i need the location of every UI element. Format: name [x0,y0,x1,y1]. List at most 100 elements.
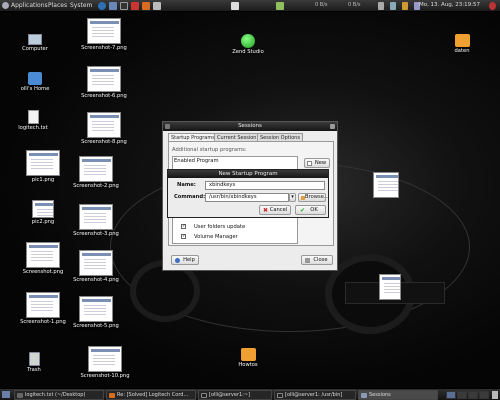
folder-icon [240,348,256,361]
workspace-4[interactable] [479,391,489,399]
desktop-icon-home[interactable]: olli's Home [5,72,65,92]
tab-startup-programs[interactable]: Startup Programs [168,133,218,141]
text-file-icon [27,110,39,124]
new-button[interactable]: New [304,158,330,168]
ok-icon: ✔ [300,207,306,214]
foot-icon[interactable] [2,2,9,9]
text-editor-icon [17,393,23,398]
new-startup-titlebar[interactable]: New Startup Program [168,170,328,178]
image-thumbnail-icon [87,18,121,44]
terminal-icon [277,393,283,398]
task-terminal-usr-bin[interactable]: [olli@server1: /usr/bin] [274,390,356,400]
desktop-icon-screenshot-7[interactable]: Screenshot-7.png [74,18,134,51]
name-field[interactable]: xbindkeys [205,181,325,190]
tab-current-session[interactable]: Current Session [214,133,260,141]
cancel-icon: ✖ [263,207,269,214]
folder-icon [454,34,470,47]
desktop-icon-howtos[interactable]: Howtos [218,348,278,368]
shutdown-icon[interactable] [489,2,496,10]
office-launcher-icon[interactable] [153,2,161,10]
task-logitech-txt[interactable]: logitech.txt (~/Desktop) [14,390,104,400]
menu-system[interactable]: System [70,2,92,9]
image-thumbnail-icon [79,296,113,322]
zend-studio-icon [241,34,255,48]
new-startup-title: New Startup Program [218,171,278,177]
help-button[interactable]: Help [171,255,199,265]
trash-applet-icon[interactable] [492,391,498,399]
workspace-2[interactable] [457,391,467,399]
close-button[interactable]: Close [301,255,333,265]
network-icon[interactable] [390,2,396,10]
firefox-launcher-icon[interactable] [98,2,106,10]
monitor-launcher-icon[interactable] [276,2,284,10]
partial-thumbnail [379,274,401,300]
list-item[interactable]: User folders update [194,224,245,230]
image-thumbnail-icon [87,66,121,92]
workspace-1[interactable] [446,391,456,399]
command-field[interactable]: /usr/bin/xbindkeys [205,193,289,202]
sessions-titlebar[interactable]: Sessions [163,122,337,131]
bottom-panel: logitech.txt (~/Desktop) Re: [Solved] Lo… [0,388,500,400]
volume-icon[interactable] [378,2,384,10]
tab-session-options[interactable]: Session Options [257,133,303,141]
editor-launcher-icon[interactable] [131,2,139,10]
desktop-icon-screenshot-5[interactable]: Screenshot-5.png [66,296,126,329]
image-thumbnail-icon [32,200,54,218]
image-thumbnail-icon [26,242,60,268]
task-browser[interactable]: Re: [Solved] Logitech Cord... [106,390,196,400]
new-startup-program-dialog: New Startup Program Name: xbindkeys Comm… [167,169,329,218]
desktop-icon-screenshot[interactable]: Screenshot.png [13,242,73,275]
cancel-button[interactable]: ✖ Cancel [259,205,291,215]
desktop-icon-screenshot-4[interactable]: Screenshot-4.png [66,250,126,283]
desktop-icon-pic1[interactable]: pic1.png [13,150,73,183]
startup-programs-label: Additional startup programs: [172,147,247,153]
computer-icon [28,34,42,45]
workspace-3[interactable] [468,391,478,399]
checkbox-volume-manager[interactable]: ✓ [181,234,186,239]
desktop-icon-daten[interactable]: daten [432,34,492,54]
task-sessions[interactable]: Sessions [358,390,438,400]
menu-places[interactable]: Places [48,2,67,9]
list-header[interactable]: Enabled Program [174,158,219,164]
command-dropdown[interactable]: ▾ [289,193,296,202]
image-thumbnail-icon [79,250,113,276]
command-label: Command: [174,194,206,200]
media-launcher-icon[interactable] [231,2,239,10]
terminal-launcher-icon[interactable] [120,2,128,10]
image-thumbnail-icon [79,156,113,182]
show-desktop-icon[interactable] [2,391,10,398]
ok-button[interactable]: ✔ OK [295,205,326,215]
folder-icon [301,196,305,200]
desktop-icon-screenshot-6[interactable]: Screenshot-6.png [74,66,134,99]
desktop-icon-screenshot-10[interactable]: Screenshot-10.png [75,346,135,379]
desktop-icon-screenshot-1[interactable]: Screenshot-1.png [13,292,73,325]
menu-applications[interactable]: Applications [11,2,48,9]
list-item[interactable]: Volume Manager [194,234,238,240]
image-thumbnail-icon [87,112,121,138]
desktop-icon-screenshot-3[interactable]: Screenshot-3.png [66,204,126,237]
desktop-icon-screenshot-8[interactable]: Screenshot-8.png [74,112,134,145]
desktop-icon-zend-studio[interactable]: Zend Studio [218,34,278,55]
home-folder-icon [28,72,42,85]
sessions-title: Sessions [238,123,262,129]
desktop-icon-computer[interactable]: Computer [5,34,65,52]
music-launcher-icon[interactable] [142,2,150,10]
checkbox-user-folders-update[interactable]: ✓ [181,224,186,229]
desktop-icon-screenshot-2[interactable]: Screenshot-2.png [66,156,126,189]
desktop-icon-logitech-txt[interactable]: logitech.txt [3,110,63,131]
task-terminal-home[interactable]: [olli@server1:~] [198,390,272,400]
window-menu-icon[interactable] [165,124,170,129]
name-label: Name: [177,182,196,188]
browse-button[interactable]: Browse... [298,193,329,202]
net-down-rate: 0 B/s [315,2,328,8]
update-icon[interactable] [402,2,408,10]
clock[interactable]: Mo, 13. Aug, 23:19:57 [419,2,480,8]
workspace-switcher[interactable] [446,391,490,399]
desktop-icon-trash[interactable]: Trash [4,352,64,373]
desktop-icon-pic2[interactable]: pic2.png [13,200,73,225]
thunderbird-launcher-icon[interactable] [109,2,117,10]
help-icon [175,258,180,263]
close-icon[interactable] [330,124,335,129]
top-panel: Applications Places System 0 B/s 0 B/s M… [0,0,500,12]
image-thumbnail-icon [79,204,113,230]
